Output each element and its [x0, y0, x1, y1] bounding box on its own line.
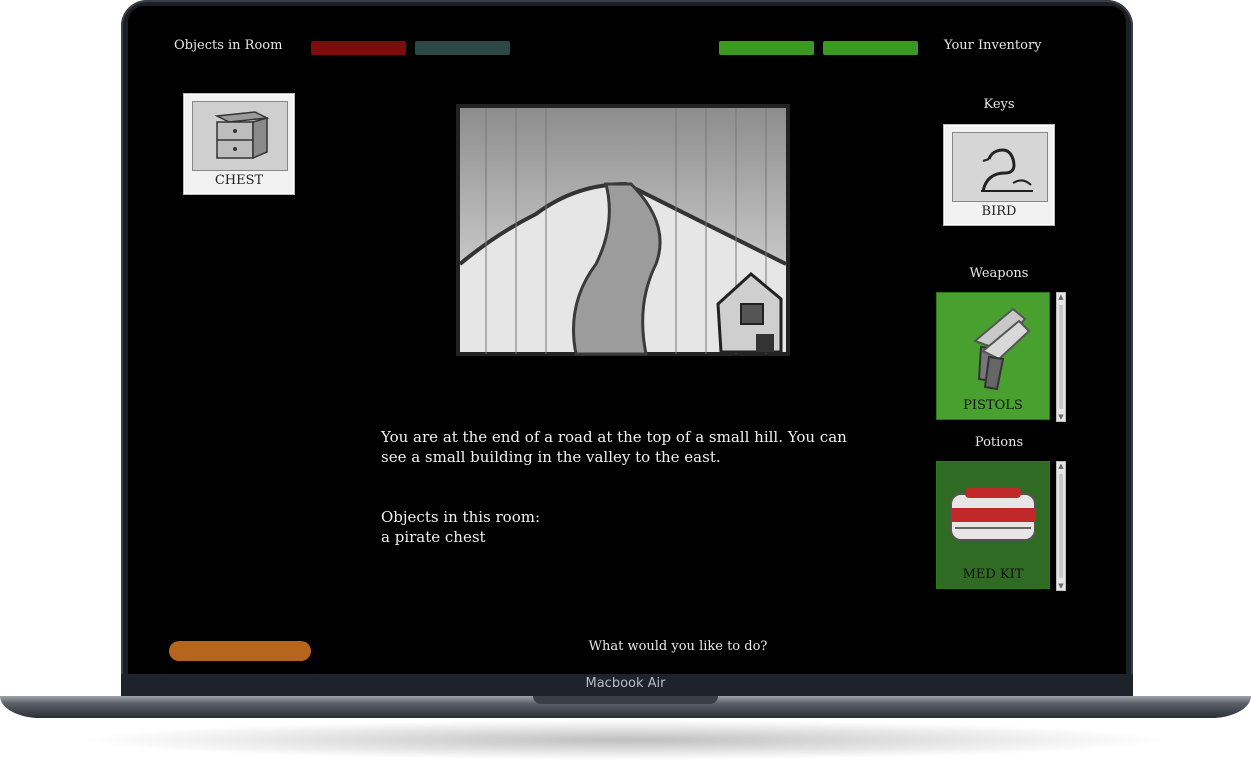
weapons-scroll-thumb[interactable]	[1059, 305, 1063, 409]
scroll-up-icon[interactable]: ▲	[1057, 462, 1065, 470]
bird-icon	[952, 132, 1048, 202]
potions-scrollbar[interactable]: ▲ ▼	[1056, 461, 1066, 591]
scroll-up-icon[interactable]: ▲	[1057, 293, 1065, 301]
bird-label: BIRD	[981, 204, 1017, 219]
inventory-item-bird[interactable]: BIRD	[943, 124, 1055, 226]
inventory-bar-1	[719, 41, 814, 55]
weapons-scrollbar[interactable]: ▲ ▼	[1056, 292, 1066, 422]
inventory-bar-2	[823, 41, 918, 55]
action-button[interactable]	[169, 641, 311, 661]
pistols-label: PISTOLS	[963, 398, 1023, 413]
inventory-item-medkit[interactable]: MED KIT	[936, 461, 1050, 589]
game-screen: Objects in Room Your Inventory CHEST You…	[128, 6, 1126, 674]
scroll-down-icon[interactable]: ▼	[1057, 582, 1065, 590]
chest-icon	[192, 101, 288, 171]
keys-title: Keys	[983, 97, 1015, 112]
status-bar	[415, 41, 510, 55]
chest-label: CHEST	[214, 173, 264, 188]
scroll-down-icon[interactable]: ▼	[1057, 413, 1065, 421]
scene-description: You are at the end of a road at the top …	[381, 428, 847, 466]
health-bar	[311, 41, 406, 55]
potions-scroll-thumb[interactable]	[1059, 474, 1063, 578]
pistol-icon	[953, 301, 1033, 395]
inventory-item-pistols[interactable]: PISTOLS	[936, 292, 1050, 420]
objects-list: a pirate chest	[381, 528, 486, 546]
potions-title: Potions	[974, 435, 1024, 450]
medkit-label: MED KIT	[962, 567, 1024, 582]
medkit-icon	[945, 482, 1041, 556]
scene-image	[456, 104, 791, 356]
weapons-title: Weapons	[969, 266, 1029, 281]
laptop-chin	[121, 674, 1133, 696]
command-prompt: What would you like to do?	[588, 639, 768, 654]
laptop-notch	[533, 696, 718, 704]
room-object-chest[interactable]: CHEST	[183, 93, 295, 195]
objects-in-room-title: Objects in Room	[174, 38, 283, 53]
laptop-shadow	[80, 720, 1170, 760]
objects-heading: Objects in this room:	[381, 508, 541, 526]
your-inventory-title: Your Inventory	[944, 38, 1042, 53]
